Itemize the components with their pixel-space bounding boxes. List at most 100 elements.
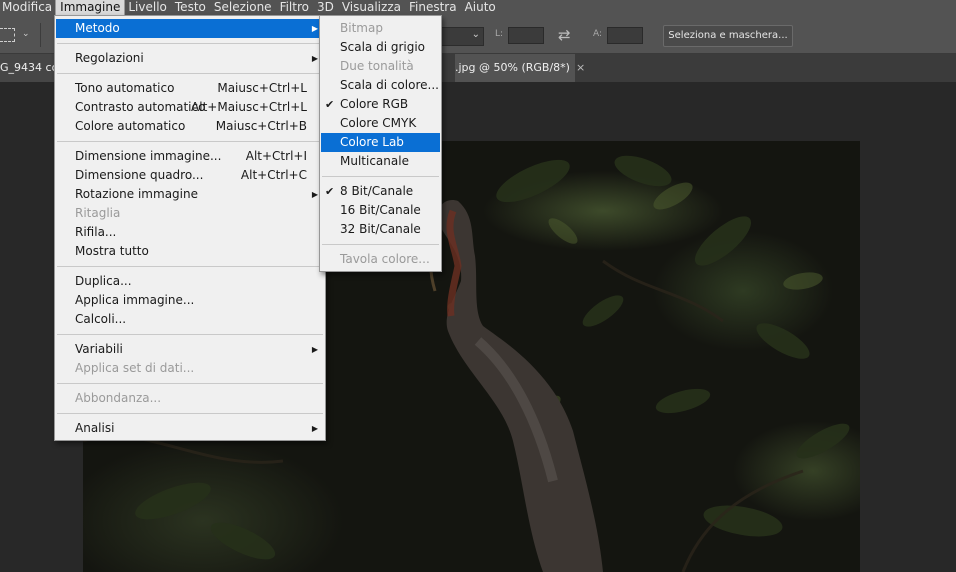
menu-item-dimensione-immagine[interactable]: Dimensione immagine... Alt+Ctrl+I [56, 147, 324, 166]
tab-label: .jpg @ 50% (RGB/8*) [455, 61, 570, 74]
options-divider [40, 23, 41, 47]
menu-item-label: Contrasto automatico [75, 100, 206, 114]
submenu-arrow-icon: ▶ [311, 24, 318, 33]
menu-separator [322, 244, 439, 245]
chevron-down-icon[interactable]: ⌄ [22, 29, 30, 39]
menu-testo[interactable]: Testo [171, 0, 210, 15]
menu-item-label: Dimensione quadro... [75, 168, 204, 182]
shortcut-label: Maiusc+Ctrl+L [217, 81, 307, 95]
menu-item-rotazione-immagine[interactable]: Rotazione immagine ▶ [56, 185, 324, 204]
submenu-arrow-icon: ▶ [311, 424, 318, 433]
menu-bar: Modifica Immagine Livello Testo Selezione Fil… [0, 0, 956, 16]
menu-item-calcoli[interactable]: Calcoli... [56, 310, 324, 329]
style-select[interactable]: ⌄ [440, 27, 484, 46]
menu-finestra[interactable]: Finestra [405, 0, 461, 15]
menu-item-duplica[interactable]: Duplica... [56, 272, 324, 291]
menu-item-label: Variabili [75, 342, 123, 356]
mode-item-tavola-colore: Tavola colore... [321, 250, 440, 269]
width-label: L: [495, 29, 504, 39]
menu-filtro[interactable]: Filtro [276, 0, 313, 15]
rect-marquee-icon[interactable] [0, 28, 15, 42]
menu-3d[interactable]: 3D [313, 0, 338, 15]
menu-separator [57, 73, 323, 74]
mode-item-scala-di-colore[interactable]: Scala di colore... [321, 76, 440, 95]
shortcut-label: Alt+Ctrl+C [240, 168, 307, 182]
menu-item-applica-set-di-dati: Applica set di dati... [56, 359, 324, 378]
menu-selezione[interactable]: Selezione [210, 0, 276, 15]
height-input[interactable] [607, 27, 643, 44]
check-icon: ✔ [325, 98, 335, 111]
menu-item-rifila[interactable]: Rifila... [56, 223, 324, 242]
menu-item-applica-immagine[interactable]: Applica immagine... [56, 291, 324, 310]
width-input[interactable] [508, 27, 544, 44]
menu-item-label: Colore CMYK [340, 116, 417, 130]
tab-label: G_9434 co [0, 61, 56, 74]
select-and-mask-button[interactable]: Seleziona e maschera... [663, 25, 793, 47]
check-icon: ✔ [325, 185, 335, 198]
menu-item-colore-automatico[interactable]: Colore automatico Maiusc+Ctrl+B [56, 117, 324, 136]
menu-item-label: Tavola colore... [340, 252, 430, 266]
menu-modifica[interactable]: Modifica [0, 0, 56, 15]
mode-item-16-bit-canale[interactable]: 16 Bit/Canale [321, 201, 440, 220]
mode-item-32-bit-canale[interactable]: 32 Bit/Canale [321, 220, 440, 239]
chevron-down-icon: ⌄ [471, 29, 480, 40]
menu-item-label: Colore RGB [340, 97, 409, 111]
menu-item-tono-automatico[interactable]: Tono automatico Maiusc+Ctrl+L [56, 79, 324, 98]
tab-document-2[interactable]: .jpg @ 50% (RGB/8*) × [455, 54, 585, 82]
menu-aiuto[interactable]: Aiuto [461, 0, 500, 15]
menu-item-label: Metodo [75, 21, 120, 35]
mode-item-colore-lab[interactable]: Colore Lab [321, 133, 440, 152]
menu-item-variabili[interactable]: Variabili ▶ [56, 340, 324, 359]
close-icon[interactable]: × [576, 61, 585, 74]
mode-item-colore-cmyk[interactable]: Colore CMYK [321, 114, 440, 133]
menu-separator [57, 141, 323, 142]
menu-item-label: Colore automatico [75, 119, 186, 133]
menu-item-label: Mostra tutto [75, 244, 149, 258]
menu-immagine[interactable]: Immagine [55, 0, 126, 16]
menu-item-label: Regolazioni [75, 51, 144, 65]
mode-item-due-tonalita: Due tonalità [321, 57, 440, 76]
menu-item-label: Rifila... [75, 225, 117, 239]
menu-separator [322, 176, 439, 177]
mode-item-scala-di-grigio[interactable]: Scala di grigio [321, 38, 440, 57]
menu-item-label: Bitmap [340, 21, 383, 35]
mode-submenu: Bitmap Scala di grigio Due tonalità Scala d… [319, 15, 442, 272]
mode-item-colore-rgb[interactable]: ✔ Colore RGB [321, 95, 440, 114]
mode-item-multicanale[interactable]: Multicanale [321, 152, 440, 171]
menu-separator [57, 413, 323, 414]
menu-item-label: Calcoli... [75, 312, 127, 326]
menu-item-label: Scala di colore... [340, 78, 439, 92]
menu-item-label: Scala di grigio [340, 40, 426, 54]
menu-item-label: Applica set di dati... [75, 361, 195, 375]
menu-item-label: Applica immagine... [75, 293, 195, 307]
menu-item-label: Ritaglia [75, 206, 121, 220]
menu-item-label: Colore Lab [340, 135, 404, 149]
menu-separator [57, 334, 323, 335]
shortcut-label: Alt+Maiusc+Ctrl+L [191, 100, 307, 114]
menu-item-contrasto-automatico[interactable]: Contrasto automatico Alt+Maiusc+Ctrl+L [56, 98, 324, 117]
menu-item-label: Duplica... [75, 274, 132, 288]
menu-item-label: Abbondanza... [75, 391, 162, 405]
menu-item-dimensione-quadro[interactable]: Dimensione quadro... Alt+Ctrl+C [56, 166, 324, 185]
tab-document-1[interactable]: G_9434 co [0, 54, 56, 82]
menu-item-mostra-tutto[interactable]: Mostra tutto [56, 242, 324, 261]
submenu-arrow-icon: ▶ [311, 345, 318, 354]
menu-item-label: Tono automatico [75, 81, 175, 95]
menu-item-ritaglia: Ritaglia [56, 204, 324, 223]
menu-item-label: 16 Bit/Canale [340, 203, 421, 217]
menu-separator [57, 266, 323, 267]
swap-icon[interactable]: ⇄ [558, 26, 571, 44]
mode-item-8-bit-canale[interactable]: ✔ 8 Bit/Canale [321, 182, 440, 201]
menu-item-label: Rotazione immagine [75, 187, 198, 201]
menu-item-label: Due tonalità [340, 59, 414, 73]
menu-separator [57, 43, 323, 44]
menu-item-regolazioni[interactable]: Regolazioni ▶ [56, 49, 324, 68]
menu-item-metodo[interactable]: Metodo ▶ [56, 19, 324, 38]
menu-livello[interactable]: Livello [124, 0, 171, 15]
mode-item-bitmap: Bitmap [321, 19, 440, 38]
height-label: A: [593, 29, 603, 39]
menu-item-label: Dimensione immagine... [75, 149, 222, 163]
menu-item-abbondanza: Abbondanza... [56, 389, 324, 408]
menu-item-analisi[interactable]: Analisi ▶ [56, 419, 324, 438]
menu-visualizza[interactable]: Visualizza [338, 0, 405, 15]
